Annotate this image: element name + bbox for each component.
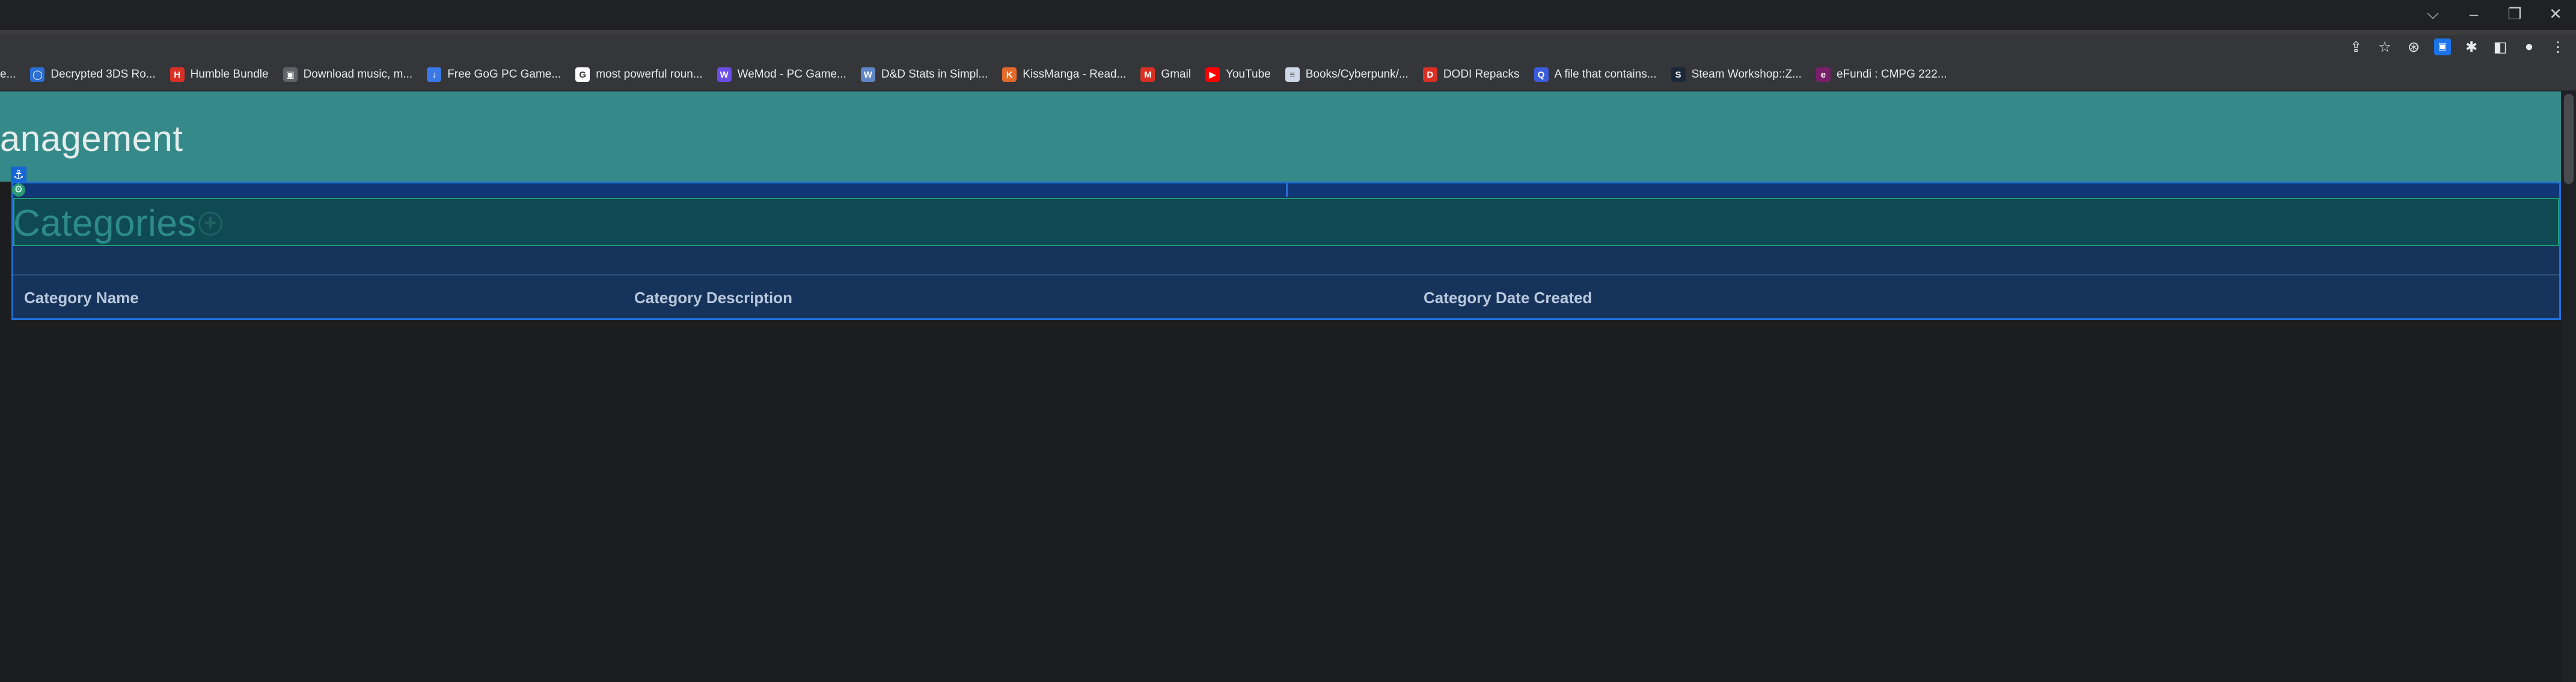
bookmark-favicon-icon: W — [860, 67, 875, 82]
menu-icon[interactable]: ⋮ — [2544, 35, 2572, 59]
star-icon[interactable]: ☆ — [2370, 35, 2399, 59]
selection-divider — [1286, 183, 1288, 197]
bookmark-item[interactable]: S Steam Workshop::Z... — [1665, 63, 1810, 87]
bookmark-item[interactable]: K KissManga - Read... — [996, 63, 1134, 87]
extension-active-icon[interactable]: ▣ — [2428, 35, 2457, 59]
browser-toolbar — [0, 35, 2576, 59]
bookmark-label: e... — [0, 68, 16, 81]
bookmark-item[interactable]: H Humble Bundle — [164, 63, 277, 87]
minimize-button[interactable]: – — [2453, 0, 2494, 28]
tab-search-icon[interactable]: ⌵ — [2412, 0, 2453, 28]
bookmark-label: D&D Stats in Simpl... — [881, 68, 988, 81]
share-icon[interactable]: ⇪ — [2342, 35, 2370, 59]
bookmark-label: Gmail — [1161, 68, 1192, 81]
bookmark-label: eFundi : CMPG 222... — [1836, 68, 1947, 81]
bookmark-item[interactable]: ↓ Free GoG PC Game... — [421, 63, 569, 87]
bookmark-label: most powerful roun... — [596, 68, 703, 81]
column-header-category-name[interactable]: Category Name — [24, 289, 139, 307]
bookmark-item[interactable]: D DODI Repacks — [1417, 63, 1528, 87]
bookmark-favicon-icon: ▣ — [283, 67, 298, 82]
bookmark-favicon-icon: ↓ — [427, 67, 442, 82]
bookmark-favicon-icon: D — [1422, 67, 1437, 82]
column-header-category-description[interactable]: Category Description — [634, 289, 792, 307]
sidebar-icon[interactable]: ◧ — [2486, 35, 2515, 59]
restore-button[interactable]: ❐ — [2494, 0, 2535, 28]
puzzle-icon[interactable]: ✱ — [2457, 35, 2486, 59]
bookmark-label: Download music, m... — [303, 68, 413, 81]
bookmark-label: YouTube — [1226, 68, 1271, 81]
bookmark-item[interactable]: Gmost powerful roun... — [569, 63, 711, 87]
extension-icon[interactable]: ⊛ — [2399, 35, 2428, 59]
bookmark-label: Decrypted 3DS Ro... — [50, 68, 156, 81]
bookmark-label: Steam Workshop::Z... — [1691, 68, 1802, 81]
gear-icon[interactable]: ⚙ — [12, 183, 25, 197]
bookmark-favicon-icon: ◯ — [30, 67, 45, 82]
table-header-row — [13, 275, 2559, 319]
column-header-category-date-created[interactable]: Category Date Created — [1424, 289, 1592, 307]
categories-title: Categories — [13, 203, 197, 244]
scrollbar-thumb[interactable] — [2564, 94, 2574, 184]
bookmark-label: A file that contains... — [1554, 68, 1657, 81]
bookmark-item[interactable]: ◯ Decrypted 3DS Ro... — [24, 63, 164, 87]
bookmark-favicon-icon: S — [1671, 67, 1686, 82]
bookmark-item[interactable]: Q A file that contains... — [1528, 63, 1665, 87]
bookmark-item[interactable]: M Gmail — [1134, 63, 1199, 87]
bookmark-item[interactable]: W D&D Stats in Simpl... — [855, 63, 996, 87]
address-bar-strip[interactable] — [0, 30, 2576, 35]
page-title: lanagement — [0, 118, 183, 159]
bookmark-label: WeMod - PC Game... — [737, 68, 846, 81]
bookmark-label: DODI Repacks — [1443, 68, 1520, 81]
bookmark-favicon-icon: G — [575, 67, 590, 82]
profile-icon[interactable]: ● — [2515, 35, 2544, 59]
bookmark-favicon-icon: ▶ — [1205, 67, 1220, 82]
anchor-icon[interactable]: ⚓ — [11, 167, 26, 183]
bookmark-favicon-icon: Q — [1534, 67, 1549, 82]
bookmark-item[interactable]: e... — [0, 63, 24, 87]
bookmark-label: Humble Bundle — [190, 68, 269, 81]
bookmark-label: Free GoG PC Game... — [447, 68, 561, 81]
bookmark-item[interactable]: ≡ Books/Cyberpunk/... — [1279, 63, 1417, 87]
bookmarks-bar: e... ◯ Decrypted 3DS Ro... H Humble Bundle ▣ D… — [0, 59, 2576, 91]
bookmark-item[interactable]: ▶ YouTube — [1199, 63, 1279, 87]
bookmark-favicon-icon: ≡ — [1285, 67, 1300, 82]
window-titlebar — [0, 0, 2576, 30]
bookmark-favicon-icon: K — [1002, 67, 1017, 82]
bookmark-favicon-icon: H — [170, 67, 185, 82]
add-category-icon[interactable]: + — [198, 212, 222, 236]
toolbar-icons: ⇪ ☆ ⊛ ▣ ✱ ◧ ● ⋮ — [2342, 35, 2572, 59]
bookmark-favicon-icon: W — [717, 67, 732, 82]
bookmark-item[interactable]: e eFundi : CMPG 222... — [1810, 63, 1956, 87]
close-button[interactable]: ✕ — [2535, 0, 2576, 28]
page-header — [0, 91, 2561, 182]
categories-header-band — [13, 198, 2559, 246]
bookmark-item[interactable]: ▣ Download music, m... — [277, 63, 421, 87]
bookmark-favicon-icon: e — [1816, 67, 1831, 82]
bookmark-label: Books/Cyberpunk/... — [1305, 68, 1409, 81]
table-spacer-row — [13, 248, 2559, 275]
window-controls: ⌵ – ❐ ✕ — [2412, 0, 2576, 30]
bookmark-label: KissManga - Read... — [1023, 68, 1127, 81]
bookmark-item[interactable]: W WeMod - PC Game... — [711, 63, 855, 87]
bookmark-favicon-icon: M — [1140, 67, 1155, 82]
